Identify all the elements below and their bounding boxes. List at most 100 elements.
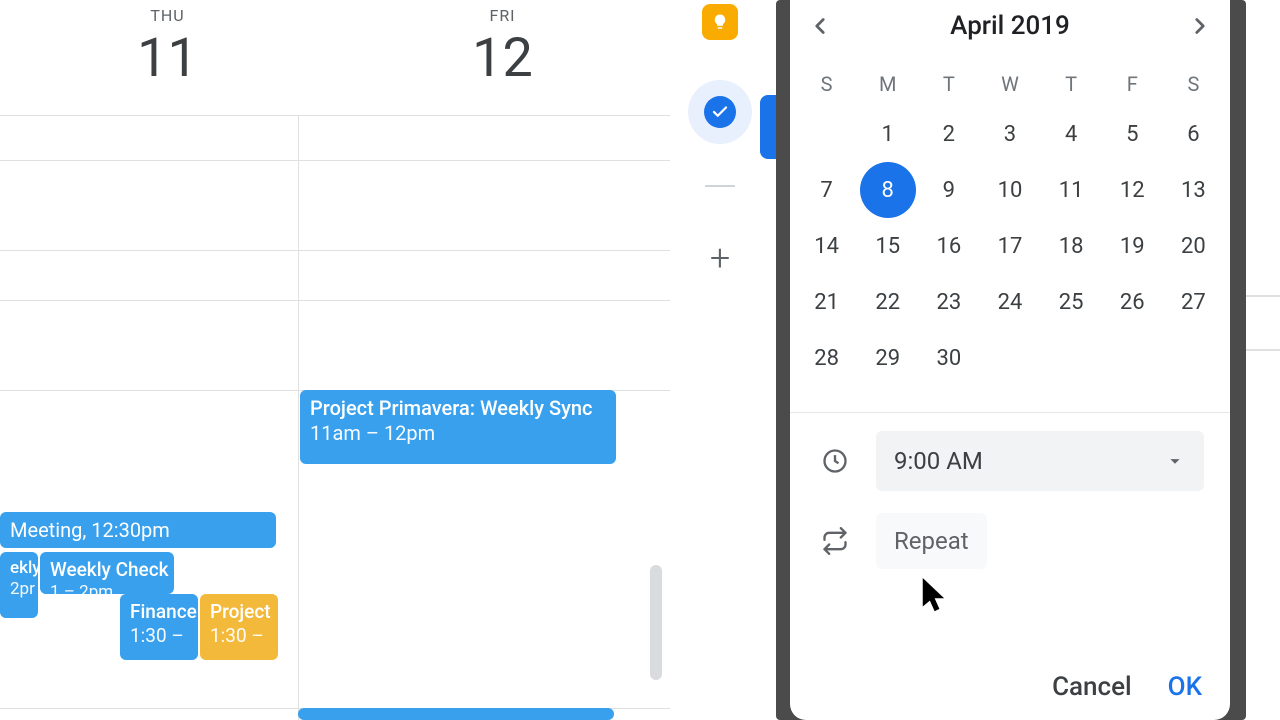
calendar-grid[interactable]: Project Primavera: Weekly Sync 11am – 12… <box>0 100 670 720</box>
day-header-fri[interactable]: FRI 12 <box>335 0 670 100</box>
event-finance[interactable]: Finance 1:30 – <box>120 594 198 660</box>
repeat-button[interactable]: Repeat <box>876 513 987 569</box>
day-cell[interactable]: 23 <box>918 274 979 330</box>
weekday-label: F <box>1102 66 1163 106</box>
day-cell-empty <box>1163 330 1224 386</box>
right-sidebar: + <box>680 0 760 720</box>
time-select[interactable]: 9:00 AM <box>876 431 1204 491</box>
month-grid: SMTWTFS 12345678910111213141516171819202… <box>790 66 1230 386</box>
event-time: 1:30 – <box>130 624 188 648</box>
calendar-week-area: THU 11 FRI 12 Project Primavera: Weekly … <box>0 0 670 720</box>
week-row: 21222324252627 <box>796 274 1224 330</box>
day-number-label: 12 <box>335 27 670 90</box>
day-cell[interactable]: 5 <box>1102 106 1163 162</box>
day-cell[interactable]: 3 <box>979 106 1040 162</box>
event-time: 11am – 12pm <box>310 421 606 446</box>
clock-icon <box>820 447 850 475</box>
cancel-button[interactable]: Cancel <box>1052 672 1132 702</box>
ok-button[interactable]: OK <box>1168 672 1202 702</box>
day-cell-empty <box>1102 330 1163 386</box>
repeat-icon <box>820 527 850 555</box>
sidebar-separator <box>705 185 735 187</box>
day-cell[interactable]: 11 <box>1041 162 1102 218</box>
day-cell[interactable]: 19 <box>1102 218 1163 274</box>
day-cell[interactable]: 22 <box>857 274 918 330</box>
day-cell[interactable]: 17 <box>979 218 1040 274</box>
month-nav: April 2019 <box>790 0 1230 52</box>
repeat-row: Repeat <box>790 491 1230 569</box>
day-cell[interactable]: 24 <box>979 274 1040 330</box>
day-cell[interactable]: 14 <box>796 218 857 274</box>
event-title: Weekly Check <box>50 558 164 582</box>
time-value: 9:00 AM <box>894 447 983 475</box>
day-cell[interactable]: 21 <box>796 274 857 330</box>
scrollbar-thumb[interactable] <box>650 565 662 680</box>
day-cell[interactable]: 12 <box>1102 162 1163 218</box>
day-cell[interactable]: 8 <box>857 162 918 218</box>
time-row: 9:00 AM <box>790 413 1230 491</box>
event-project-amber[interactable]: Project 1:30 – <box>200 594 278 660</box>
weekday-label: M <box>857 66 918 106</box>
day-cell[interactable]: 10 <box>979 162 1040 218</box>
weekday-label: T <box>1041 66 1102 106</box>
event-primavera[interactable]: Project Primavera: Weekly Sync 11am – 12… <box>300 390 616 464</box>
chevron-left-icon <box>807 13 833 39</box>
hour-line <box>0 160 670 161</box>
event-title: ekly <box>10 558 28 579</box>
day-cell[interactable]: 6 <box>1163 106 1224 162</box>
week-row: 78910111213 <box>796 162 1224 218</box>
day-of-week-label: THU <box>0 6 335 25</box>
event-partial[interactable] <box>298 708 614 720</box>
day-cell[interactable]: 15 <box>857 218 918 274</box>
prev-month-button[interactable] <box>800 6 840 46</box>
event-title: Project Primavera: Weekly Sync <box>310 396 606 421</box>
tasks-icon[interactable] <box>688 80 752 144</box>
date-picker-panel: April 2019 SMTWTFS 123456789101112131415… <box>790 0 1230 720</box>
month-title: April 2019 <box>950 11 1070 41</box>
day-cell[interactable]: 25 <box>1041 274 1102 330</box>
add-addon-button[interactable]: + <box>710 240 730 276</box>
event-time: 2pr <box>10 579 28 600</box>
next-month-button[interactable] <box>1180 6 1220 46</box>
event-title: Meeting, 12:30pm <box>10 518 170 542</box>
event-meeting[interactable]: Meeting, 12:30pm <box>0 512 276 548</box>
weekday-row: SMTWTFS <box>796 66 1224 106</box>
hour-line <box>0 115 670 116</box>
day-cell[interactable]: 13 <box>1163 162 1224 218</box>
day-cell[interactable]: 30 <box>918 330 979 386</box>
day-cell-empty <box>796 106 857 162</box>
day-cell[interactable]: 29 <box>857 330 918 386</box>
day-number-label: 11 <box>0 27 335 90</box>
hour-line <box>0 250 670 251</box>
week-row: 14151617181920 <box>796 218 1224 274</box>
chevron-right-icon <box>1187 13 1213 39</box>
weekday-label: S <box>796 66 857 106</box>
hour-line <box>0 300 670 301</box>
event-time: 1:30 – <box>210 624 268 648</box>
day-cell[interactable]: 27 <box>1163 274 1224 330</box>
active-tab-indicator <box>760 95 776 159</box>
weekday-label: T <box>918 66 979 106</box>
week-row: 282930 <box>796 330 1224 386</box>
day-cell[interactable]: 4 <box>1041 106 1102 162</box>
day-header-thu[interactable]: THU 11 <box>0 0 335 100</box>
event-weekly-check[interactable]: Weekly Check 1 – 2pm <box>40 552 174 594</box>
event-weekly-short[interactable]: ekly 2pr <box>0 552 38 618</box>
week-row: 123456 <box>796 106 1224 162</box>
weekday-label: W <box>979 66 1040 106</box>
keep-icon[interactable] <box>702 4 738 40</box>
day-cell[interactable]: 26 <box>1102 274 1163 330</box>
column-divider <box>298 115 299 720</box>
day-cell[interactable]: 28 <box>796 330 857 386</box>
day-cell[interactable]: 18 <box>1041 218 1102 274</box>
day-cell[interactable]: 2 <box>918 106 979 162</box>
day-cell-empty <box>979 330 1040 386</box>
page-right-edge <box>1246 0 1280 720</box>
dialog-actions: Cancel OK <box>1052 672 1202 702</box>
day-cell[interactable]: 9 <box>918 162 979 218</box>
day-cell[interactable]: 7 <box>796 162 857 218</box>
day-cell[interactable]: 16 <box>918 218 979 274</box>
day-cell[interactable]: 1 <box>857 106 918 162</box>
repeat-label: Repeat <box>894 527 969 555</box>
day-cell[interactable]: 20 <box>1163 218 1224 274</box>
